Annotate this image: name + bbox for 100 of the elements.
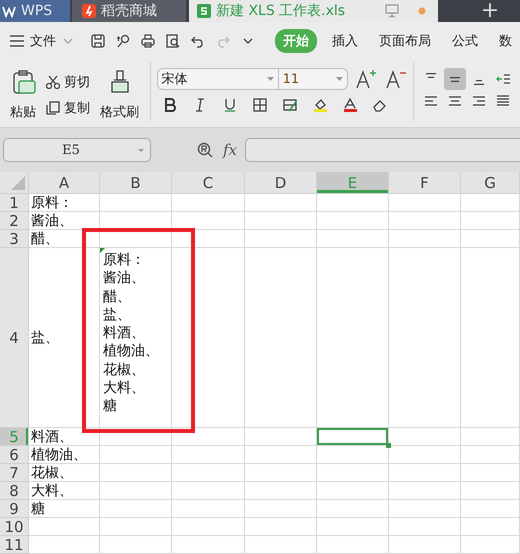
empty-cell[interactable] (245, 446, 317, 464)
selected-cell[interactable] (317, 428, 389, 446)
ribbon-tab[interactable]: 公式 (452, 29, 478, 53)
empty-cell[interactable] (172, 428, 245, 446)
font-color-icon[interactable] (342, 98, 357, 112)
empty-cell[interactable] (461, 428, 520, 446)
empty-cell[interactable] (317, 518, 389, 536)
empty-cell[interactable] (172, 194, 245, 212)
bold-icon[interactable] (162, 98, 177, 112)
new-tab-button[interactable]: + (460, 0, 520, 22)
row-header[interactable]: 11 (0, 536, 29, 554)
empty-cell[interactable] (317, 464, 389, 482)
empty-cell[interactable] (317, 500, 389, 518)
empty-cell[interactable] (245, 536, 317, 554)
empty-cell[interactable] (461, 500, 520, 518)
empty-cell[interactable] (245, 194, 317, 212)
empty-cell[interactable] (245, 212, 317, 230)
select-all-icon[interactable] (11, 176, 25, 190)
font-name-select[interactable]: 宋体 (156, 68, 279, 90)
empty-cell[interactable] (245, 518, 317, 536)
print-icon[interactable] (141, 34, 155, 48)
empty-cell[interactable] (389, 500, 461, 518)
empty-cell[interactable] (100, 194, 172, 212)
row-header[interactable]: 6 (0, 446, 29, 464)
indent-icon[interactable] (496, 72, 510, 86)
empty-cell[interactable] (172, 446, 245, 464)
align-button[interactable] (444, 68, 466, 90)
empty-cell[interactable] (100, 464, 172, 482)
column-header[interactable]: F (389, 172, 461, 194)
empty-cell[interactable] (100, 446, 172, 464)
title-tab[interactable]: WPS (0, 0, 70, 22)
row-header[interactable]: 2 (0, 212, 29, 230)
column-header[interactable]: D (245, 172, 317, 194)
format-painter-button[interactable]: 格式刷 (98, 68, 141, 121)
save-icon[interactable] (91, 34, 105, 48)
ribbon-tab[interactable]: 页面布局 (379, 29, 431, 53)
empty-cell[interactable] (245, 464, 317, 482)
empty-cell[interactable] (245, 248, 317, 428)
empty-cell[interactable] (461, 194, 520, 212)
print-preview-icon[interactable] (166, 34, 180, 48)
empty-cell[interactable] (100, 500, 172, 518)
underline-icon[interactable] (222, 98, 237, 112)
row-header[interactable]: 1 (0, 194, 29, 212)
empty-cell[interactable] (389, 248, 461, 428)
empty-cell[interactable] (461, 536, 520, 554)
text-align-icon[interactable] (472, 94, 486, 108)
row-header[interactable]: 9 (0, 500, 29, 518)
empty-cell[interactable] (172, 248, 245, 428)
empty-cell[interactable] (172, 464, 245, 482)
redo-icon[interactable] (216, 34, 230, 48)
eraser-icon[interactable] (372, 98, 387, 112)
row-header[interactable]: 7 (0, 464, 29, 482)
row-header[interactable]: 4 (0, 248, 29, 428)
empty-cell[interactable] (461, 482, 520, 500)
cell-style-icon[interactable] (282, 98, 297, 112)
font-size-select[interactable]: 11 (278, 68, 348, 90)
empty-cell[interactable] (317, 248, 389, 428)
zoom-icon[interactable] (197, 142, 213, 158)
empty-cell[interactable] (389, 518, 461, 536)
select-all-button[interactable] (0, 172, 29, 194)
empty-cell[interactable] (389, 464, 461, 482)
empty-cell[interactable] (389, 212, 461, 230)
row-header[interactable]: 10 (0, 518, 29, 536)
name-box[interactable]: E5 (3, 138, 151, 162)
text-align-icon[interactable] (424, 94, 438, 108)
empty-cell[interactable] (461, 518, 520, 536)
column-header[interactable]: B (100, 172, 172, 194)
text-align-icon[interactable] (496, 94, 510, 108)
empty-cell[interactable] (461, 212, 520, 230)
increase-font-icon[interactable] (356, 69, 376, 89)
empty-cell[interactable] (389, 536, 461, 554)
empty-cell[interactable] (389, 230, 461, 248)
empty-cell[interactable] (245, 482, 317, 500)
empty-cell[interactable] (461, 248, 520, 428)
empty-cell[interactable] (317, 212, 389, 230)
empty-cell[interactable] (461, 230, 520, 248)
fill-color-icon[interactable] (312, 98, 327, 112)
row-header[interactable]: 3 (0, 230, 29, 248)
empty-cell[interactable] (317, 536, 389, 554)
empty-cell[interactable] (389, 482, 461, 500)
empty-cell[interactable] (461, 464, 520, 482)
empty-cell[interactable] (389, 194, 461, 212)
empty-cell[interactable] (317, 446, 389, 464)
empty-cell[interactable] (100, 518, 172, 536)
ribbon-tab[interactable]: 插入 (332, 29, 358, 53)
empty-cell[interactable] (172, 500, 245, 518)
empty-cell[interactable] (100, 230, 172, 248)
empty-cell[interactable] (100, 428, 172, 446)
empty-cell[interactable] (389, 446, 461, 464)
menu-icon[interactable] (10, 34, 24, 48)
empty-cell[interactable] (172, 518, 245, 536)
undo-icon[interactable] (191, 34, 205, 48)
empty-cell[interactable] (317, 482, 389, 500)
file-menu[interactable]: 文件 (30, 32, 56, 50)
empty-cell[interactable] (172, 536, 245, 554)
column-header[interactable]: A (29, 172, 100, 194)
column-header[interactable]: C (172, 172, 245, 194)
row-header[interactable]: 8 (0, 482, 29, 500)
borders-icon[interactable] (252, 98, 267, 112)
empty-cell[interactable] (317, 194, 389, 212)
